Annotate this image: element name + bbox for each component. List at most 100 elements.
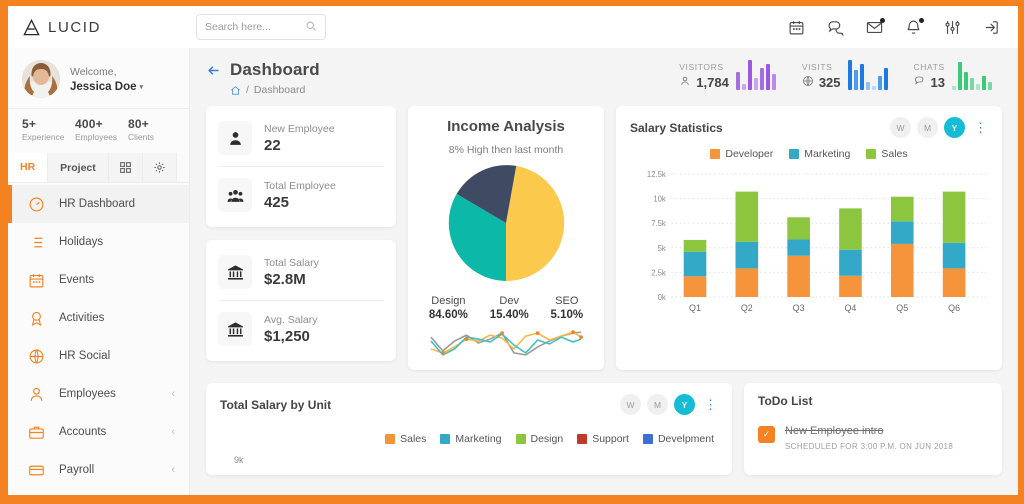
range-year-button[interactable]: Y (944, 117, 965, 138)
tab-hr[interactable]: HR (8, 153, 49, 182)
tab-settings[interactable] (142, 153, 177, 182)
welcome-greeting: Welcome, (70, 66, 117, 79)
search-icon[interactable] (305, 20, 317, 35)
salary-statistics-title: Salary Statistics (630, 120, 723, 135)
mail-icon[interactable] (866, 17, 885, 36)
todo-item-meta: SCHEDULED FOR 3:00 P.M. ON JUN 2018 (785, 442, 954, 451)
home-icon[interactable] (230, 85, 241, 96)
range-week-button[interactable]: W (620, 394, 641, 415)
bar-q2 (735, 191, 759, 297)
legend-sales: Sales (385, 433, 426, 445)
kebab-menu-icon[interactable]: ⋮ (974, 121, 988, 134)
svg-text:Q4: Q4 (844, 303, 856, 313)
breadcrumb-current[interactable]: Dashboard (254, 84, 305, 96)
tab-apps[interactable] (108, 153, 143, 182)
bar-q5 (890, 196, 914, 297)
legend-swatch (515, 434, 526, 444)
sidebar-item-events[interactable]: Events (8, 261, 189, 299)
sidebar-item-employees[interactable]: Employees ‹ (8, 375, 189, 413)
stat-value: $2.8M (264, 270, 306, 288)
stat-label: VISITS (801, 62, 833, 72)
range-month-button[interactable]: M (647, 394, 668, 415)
sidebar-item-hr-dashboard[interactable]: HR Dashboard (8, 185, 189, 223)
todo-checkbox[interactable]: ✓ (758, 426, 775, 443)
todo-item[interactable]: ✓ New Employee intro SCHEDULED FOR 3:00 … (758, 425, 988, 451)
legend-label: Design (431, 295, 466, 307)
visits-sparkbars (847, 60, 888, 90)
sliders-icon[interactable] (944, 19, 961, 36)
chats-sparkbars (952, 60, 992, 90)
range-month-button[interactable]: M (917, 117, 938, 138)
legend-swatch (710, 149, 721, 159)
kebab-menu-icon[interactable]: ⋮ (704, 398, 718, 411)
stat-row-new-employee: New Employee 22 (218, 110, 384, 166)
legend-label: Design (530, 433, 564, 445)
stat-value: 22 (264, 136, 281, 154)
stat-row-text: Total Employee 425 (264, 180, 336, 211)
legend-swatch (385, 434, 396, 444)
stat-row-text: Avg. Salary $1,250 (264, 314, 318, 345)
breadcrumb: / Dashboard (230, 84, 320, 96)
range-week-button[interactable]: W (890, 117, 911, 138)
sidebar-item-label: Employees (59, 388, 116, 400)
tab-project[interactable]: Project (48, 153, 109, 182)
legend-label: SEO (555, 295, 579, 307)
header-stat-text: CHATS 13 (914, 62, 945, 90)
legend-development: Develpment (642, 433, 714, 445)
legend-value: 5.10% (550, 309, 584, 321)
unit-chart-axis-label: 9k (234, 455, 244, 465)
sidebar-item-payroll[interactable]: Payroll ‹ (8, 451, 189, 489)
sidebar-profile[interactable]: Welcome, Jessica Doe ▾ (8, 48, 189, 108)
income-pie-legend: Design 84.60% Dev 15.40% SEO 5.10% (418, 295, 594, 321)
unit-range-toggle: W M Y ⋮ (620, 394, 718, 415)
legend-sales: Sales (866, 148, 908, 160)
legend-label: Developer (725, 148, 774, 160)
sidebar-item-hr-social[interactable]: HR Social (8, 337, 189, 375)
total-salary-by-unit-card: Total Salary by Unit W M Y ⋮ Sales Marke… (206, 383, 732, 475)
header-stats: VISITORS 1,784 VISITS 325 CHATS 13 (679, 60, 1002, 90)
page-title: Dashboard (230, 60, 320, 79)
stat-label: Total Employee (264, 179, 336, 192)
brand-logo[interactable]: LUCID (8, 18, 190, 37)
search-box[interactable] (196, 14, 326, 40)
legend-design: Design (515, 433, 564, 445)
total-salary-by-unit-column: Total Salary by Unit W M Y ⋮ Sales Marke… (206, 383, 732, 475)
dashboard-row-bottom: Total Salary by Unit W M Y ⋮ Sales Marke… (206, 383, 1002, 475)
lucid-triangle-logo-icon (22, 18, 41, 37)
back-arrow-icon[interactable] (206, 63, 221, 82)
svg-text:Q6: Q6 (948, 303, 960, 313)
sidebar-item-holidays[interactable]: Holidays (8, 223, 189, 261)
dashboard-row-top: New Employee 22 Total Employee 425 Total… (206, 106, 1002, 370)
todo-item-label: New Employee intro (785, 425, 884, 437)
income-sparkline (427, 329, 585, 362)
top-bar: LUCID (8, 6, 1018, 48)
bank-icon (218, 255, 252, 289)
salary-chart-plot: 12.5k 10k 7.5k 5k 2.5k 0k Q1 Q2 Q3 Q4 Q5… (630, 164, 988, 362)
stat-value: 400+ (75, 117, 103, 131)
range-year-button[interactable]: Y (674, 394, 695, 415)
chat-icon[interactable] (827, 19, 844, 36)
bank-icon (218, 312, 252, 346)
sidebar-item-accounts[interactable]: Accounts ‹ (8, 413, 189, 451)
sidebar-item-label: Activities (59, 312, 105, 324)
svg-text:Q1: Q1 (689, 303, 701, 313)
brand-name: LUCID (48, 18, 102, 36)
legend-label: Support (592, 433, 629, 445)
calendar-icon[interactable] (788, 19, 805, 36)
search-input[interactable] (205, 21, 301, 33)
person-icon (218, 121, 252, 155)
stat-row-total-employee: Total Employee 425 (218, 166, 384, 223)
bell-icon[interactable] (905, 17, 924, 36)
logout-icon[interactable] (983, 19, 1000, 36)
profile-name[interactable]: Jessica Doe ▾ (70, 81, 143, 93)
sidebar-stats-strip: 5+ Experience 400+ Employees 80+ Clients (8, 108, 189, 153)
svg-text:10k: 10k (653, 194, 665, 203)
stat-value: 325 (818, 75, 841, 90)
legend-swatch (577, 434, 588, 444)
bar-q6 (942, 191, 966, 297)
legend-swatch (642, 434, 653, 444)
sidebar-menu: HR Dashboard Holidays Events Activities … (8, 183, 189, 495)
legend-value: 15.40% (489, 309, 529, 321)
sidebar-item-activities[interactable]: Activities (8, 299, 189, 337)
income-subtitle: 8% High then last month (448, 144, 564, 156)
